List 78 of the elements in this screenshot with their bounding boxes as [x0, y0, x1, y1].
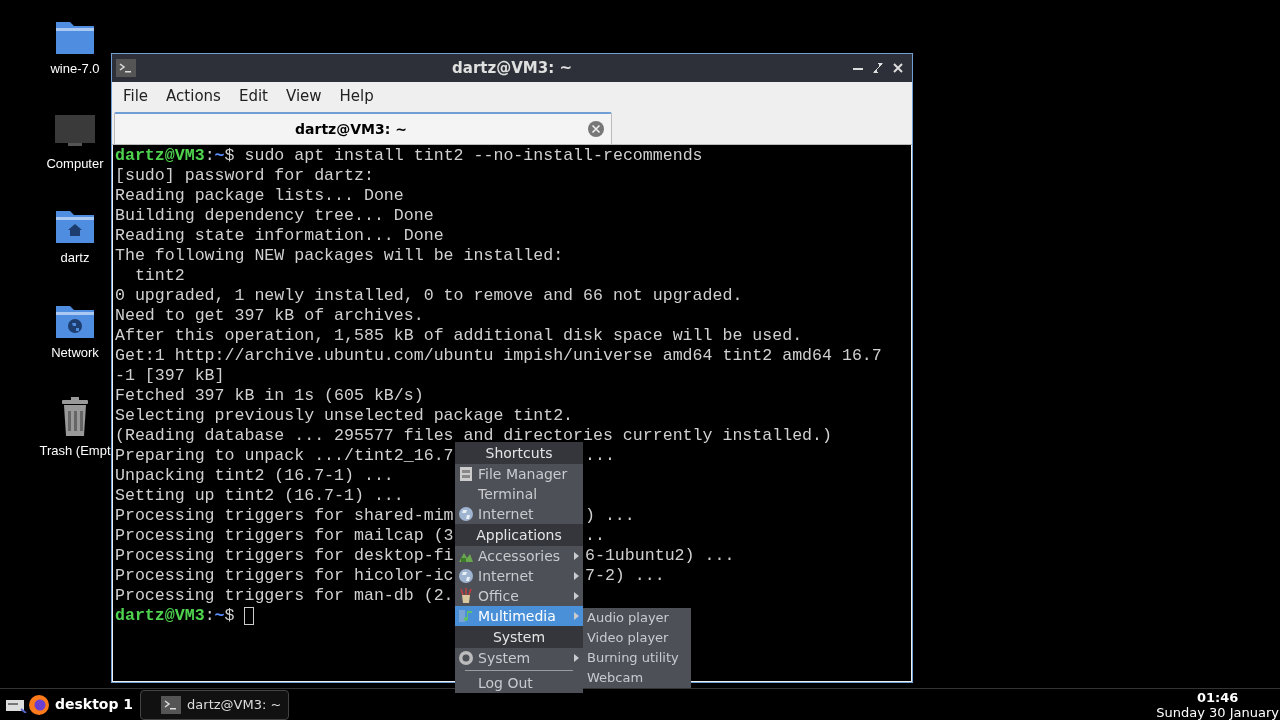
taskbar-task[interactable]: dartz@VM3: ~	[140, 689, 290, 720]
close-icon[interactable]	[587, 120, 605, 138]
menu-item[interactable]: File	[115, 82, 157, 110]
output-line: ) ...	[585, 506, 635, 526]
output-line: Need to get 397 kB of archives.	[115, 306, 424, 326]
output-line: Unpacking tint2 (16.7-1) ...	[115, 466, 394, 486]
output-line: The following NEW packages will be installed:	[115, 246, 564, 266]
terminal-icon	[116, 59, 136, 77]
submenu-item[interactable]: Video player	[583, 628, 691, 648]
output-line: Processing triggers for man-db (2.	[115, 586, 454, 606]
icon-label[interactable]: Network	[51, 342, 99, 362]
menu-item[interactable]: Accessories	[455, 546, 583, 566]
prompt-path: ~	[214, 146, 225, 166]
menu-item[interactable]: Help	[331, 82, 382, 110]
output-line: After this operation, 1,585 kB of additional disk space will be used.	[115, 326, 803, 346]
maximize-icon	[872, 62, 884, 74]
menu-item[interactable]: Internet	[455, 566, 583, 586]
output-line: Processing triggers for desktop-fi	[115, 546, 454, 566]
icon-label[interactable]: Computer	[46, 153, 104, 173]
icon-label[interactable]: wine-7.0	[50, 59, 100, 79]
command-text: sudo apt install tint2 --no-install-recommends	[244, 146, 703, 166]
desktop-name[interactable]: desktop 1	[55, 694, 134, 715]
menu-item[interactable]: Internet	[455, 504, 583, 524]
prompt-user: dartz@VM3	[115, 606, 205, 626]
output-line: [sudo] password for dartz:	[115, 166, 374, 186]
prompt-sigil: $	[224, 606, 235, 626]
menu-header: Shortcuts	[455, 442, 583, 464]
output-line: Setting up tint2 (16.7-1) ...	[115, 486, 404, 506]
menu-item[interactable]: Office	[455, 586, 583, 606]
menu-item[interactable]: Terminal	[455, 484, 583, 504]
menu-item[interactable]: Edit	[230, 82, 276, 110]
output-line: Get:1 http://archive.ubuntu.com/ubuntu impish/universe amd64 tint2 amd64 16.7	[115, 346, 882, 366]
globe-icon	[458, 506, 474, 522]
output-line: Fetched 397 kB in 1s (605 kB/s)	[115, 386, 424, 406]
globe-icon	[458, 568, 474, 584]
menu-item[interactable]: Actions	[158, 82, 229, 110]
output-line: Preparing to unpack .../tint2_16.7	[115, 446, 454, 466]
icon-label[interactable]: Trash (Empt	[39, 441, 111, 461]
submenu-item[interactable]: Audio player	[583, 608, 691, 628]
prompt-sigil: $	[224, 146, 235, 166]
prompt-path: ~	[214, 606, 225, 626]
submenu-item[interactable]: Webcam	[583, 668, 691, 688]
menu-item[interactable]: File Manager	[455, 464, 583, 484]
menu-header: System	[455, 626, 583, 648]
media-icon	[458, 608, 474, 624]
output-line: Processing triggers for mailcap (3	[115, 526, 454, 546]
output-line: Processing triggers for hicolor-ic	[115, 566, 454, 586]
output-line: -1 [397 kB]	[115, 366, 225, 386]
output-line: ...	[585, 446, 615, 466]
submenu-item[interactable]: Burning utility	[583, 648, 691, 668]
icon-label[interactable]: dartz	[60, 248, 90, 268]
prompt-separator: :	[204, 146, 215, 166]
output-line: 7-2) ...	[585, 566, 665, 586]
clock-date: Sunday 30 January	[1156, 704, 1279, 720]
output-line: Reading state information... Done	[115, 226, 444, 246]
prompt-user: dartz@VM3	[115, 146, 205, 166]
tab[interactable]: dartz@VM3: ~	[114, 112, 612, 144]
terminal-icon	[161, 695, 182, 714]
close-icon	[892, 62, 904, 74]
clock-time: 01:46	[1196, 689, 1239, 705]
menu-item[interactable]: Log Out	[455, 673, 583, 693]
output-line: 0 upgraded, 1 newly installed, 0 to remove and 66 not upgraded.	[115, 286, 743, 306]
file-cabinet-icon	[458, 466, 474, 482]
menu-item[interactable]: View	[277, 82, 330, 110]
output-line: tint2	[133, 266, 185, 286]
output-line: Processing triggers for shared-mim	[115, 506, 454, 526]
pencil-cup-icon	[458, 588, 474, 604]
gear-icon	[458, 650, 474, 666]
output-line: ..	[585, 526, 605, 546]
output-line: 6-1ubuntu2) ...	[585, 546, 735, 566]
output-line: Selecting previously unselected package tint2.	[115, 406, 574, 426]
output-line: Reading package lists... Done	[115, 186, 404, 206]
output-line: Building dependency tree... Done	[115, 206, 434, 226]
prompt-separator: :	[204, 606, 215, 626]
browser-icon	[28, 693, 50, 716]
window-title: dartz@VM3: ~	[452, 57, 572, 79]
menu-header: Applications	[455, 524, 583, 546]
menu-item[interactable]: System	[455, 648, 583, 668]
